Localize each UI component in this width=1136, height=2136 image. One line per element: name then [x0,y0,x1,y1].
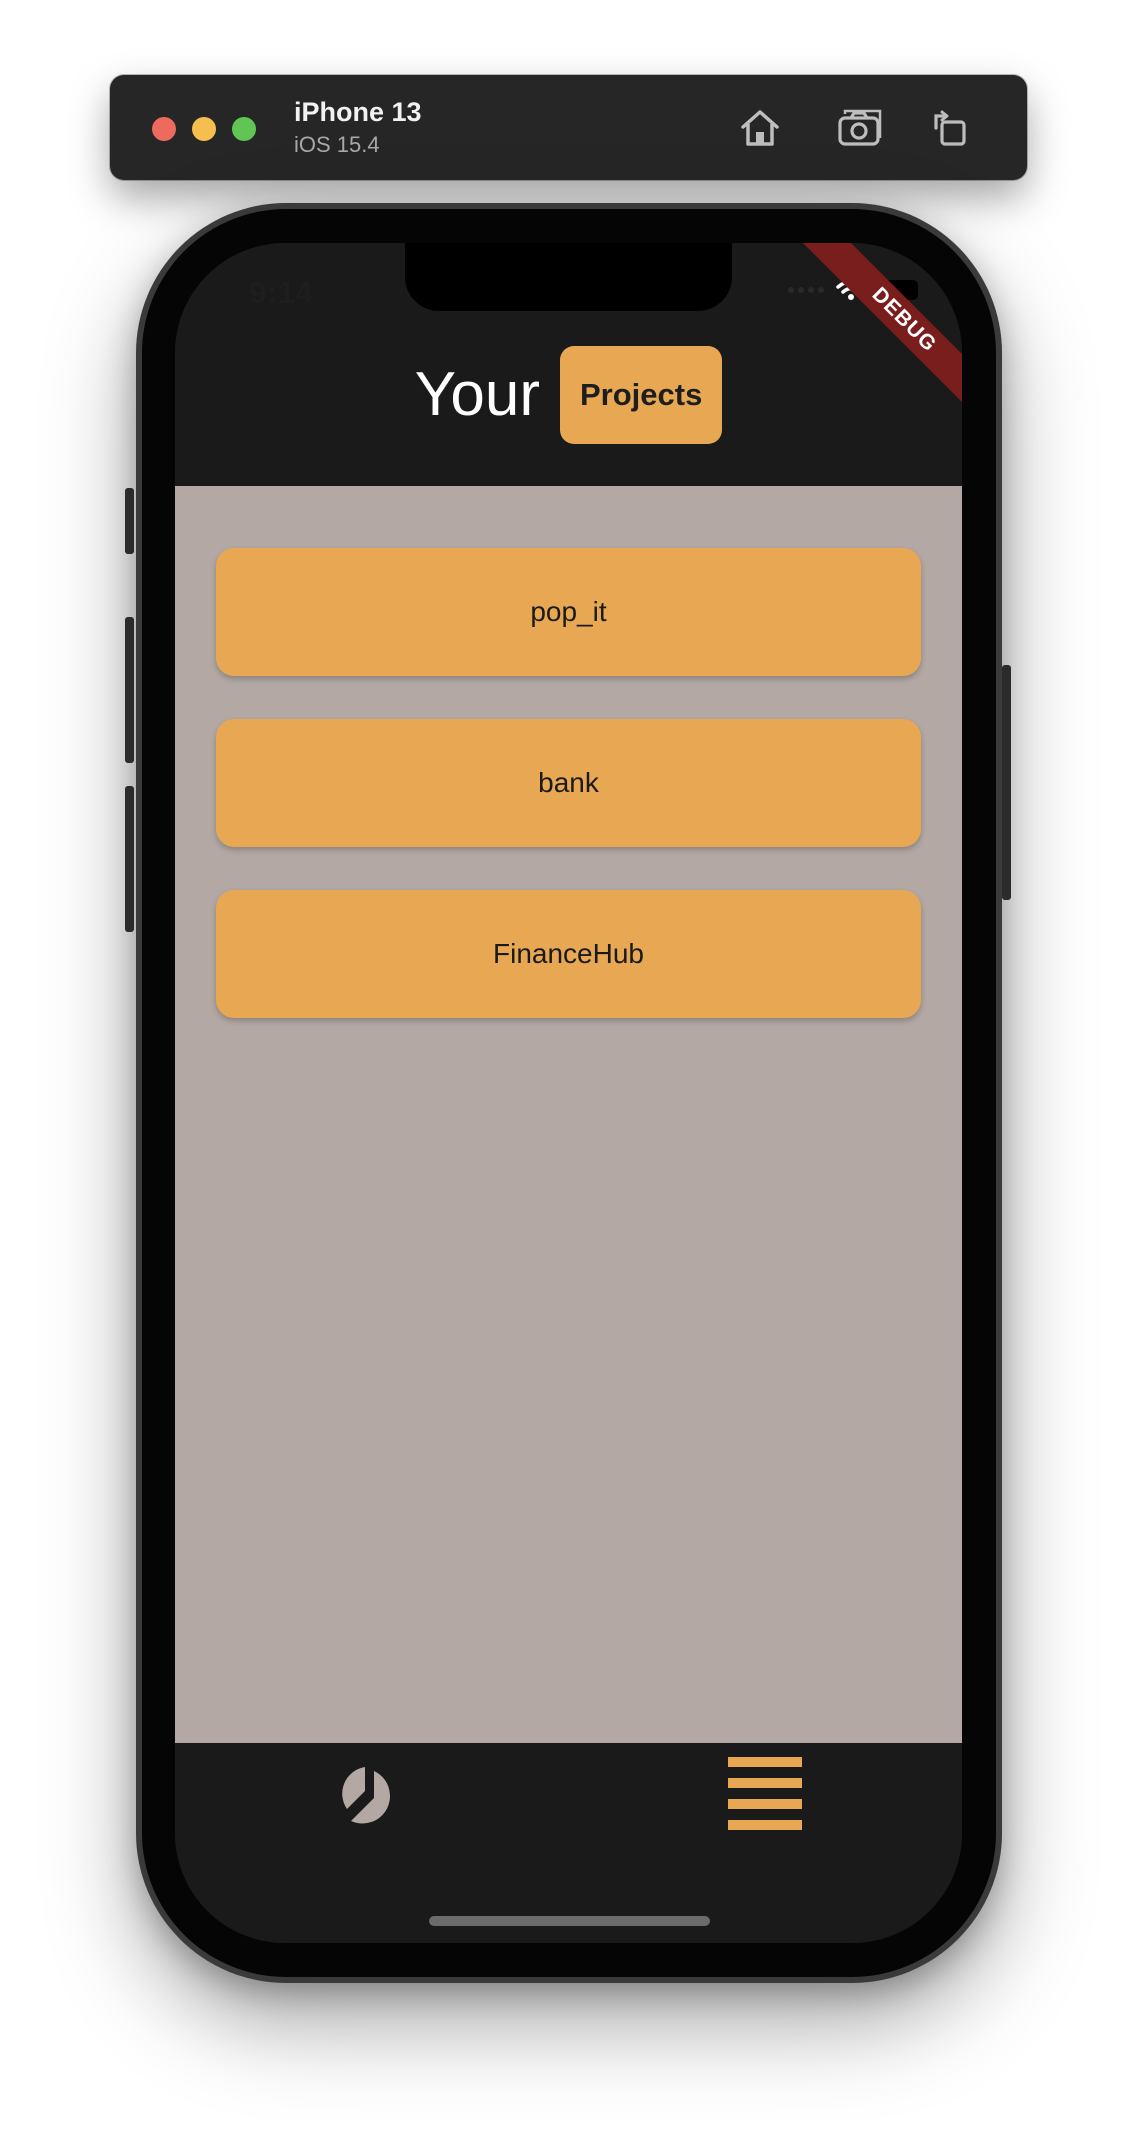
projects-badge[interactable]: Projects [559,346,723,444]
rotate-button[interactable] [925,103,975,153]
home-button[interactable] [735,103,785,153]
zoom-window-button[interactable] [232,117,256,141]
pie-chart-icon [342,1767,391,1824]
os-version: iOS 15.4 [294,132,380,157]
nav-item-projects[interactable] [728,1756,802,1832]
volume-down-button [125,786,134,932]
project-name: FinanceHub [493,938,644,969]
screenshot-icon [838,109,882,146]
home-icon [741,110,779,146]
signal-icon [788,287,824,293]
header-title-row: Your Projects [175,346,962,444]
project-card[interactable]: pop_it [216,548,921,676]
project-card[interactable]: FinanceHub [216,890,921,1018]
close-window-button[interactable] [152,117,176,141]
phone-screen: Your Projects 9:14 DEBUG pop_it bank Fin… [175,243,962,1943]
mute-switch [125,488,134,554]
stage: iPhone 13 iOS 15.4 Your Projects 9:14 DE… [0,0,1136,2136]
screenshot-button[interactable] [835,103,885,153]
menu-lines-icon [728,1757,802,1830]
bottom-navigation-bar [175,1743,962,1943]
power-button [1002,665,1011,900]
volume-up-button [125,617,134,763]
nav-item-charts[interactable] [330,1758,410,1838]
device-name: iPhone 13 [294,97,422,127]
notch [405,243,732,311]
project-name: bank [538,767,599,798]
rotate-icon [934,110,966,146]
page-title: Your [414,360,540,429]
projects-list: pop_it bank FinanceHub [175,486,962,1743]
status-time: 9:14 [249,275,314,310]
simulator-toolbar: iPhone 13 iOS 15.4 [110,75,1027,180]
project-card[interactable]: bank [216,719,921,847]
project-name: pop_it [530,596,607,627]
home-indicator[interactable] [429,1916,710,1926]
minimize-window-button[interactable] [192,117,216,141]
